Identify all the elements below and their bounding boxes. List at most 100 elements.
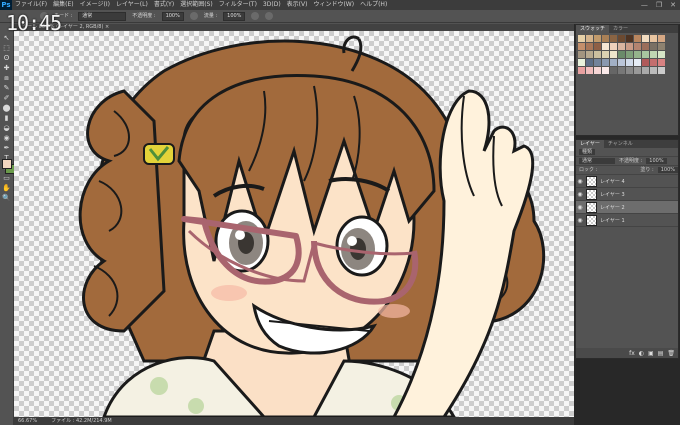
color-swatch[interactable] [626, 51, 633, 58]
color-swatch[interactable] [634, 59, 641, 66]
color-swatch[interactable] [642, 67, 649, 74]
color-swatch[interactable] [618, 35, 625, 42]
color-swatch[interactable] [658, 67, 665, 74]
color-swatch[interactable] [642, 43, 649, 50]
tab-layers[interactable]: レイヤー [576, 140, 604, 148]
zoom-readout[interactable]: 66.67% [18, 417, 37, 425]
layer-row[interactable]: ◉ レイヤー 1 [576, 214, 678, 227]
color-swatch[interactable] [602, 43, 609, 50]
move-tool-icon[interactable]: ↖ [2, 34, 11, 42]
color-swatch[interactable] [610, 35, 617, 42]
color-swatch[interactable] [578, 59, 585, 66]
visibility-eye-icon[interactable]: ◉ [576, 217, 584, 224]
color-swatch[interactable] [618, 51, 625, 58]
color-swatch[interactable] [578, 51, 585, 58]
adjustment-layer-icon[interactable]: ◐ [639, 350, 644, 357]
color-swatch[interactable] [634, 35, 641, 42]
pressure-opacity-icon[interactable] [189, 12, 198, 20]
zoom-tool-icon[interactable]: 🔍 [2, 194, 11, 202]
color-swatch[interactable] [602, 59, 609, 66]
foreground-color-swatch[interactable] [2, 159, 12, 169]
color-swatch[interactable] [626, 59, 633, 66]
layer-mask-icon[interactable]: ▣ [648, 350, 654, 357]
color-swatch[interactable] [586, 35, 593, 42]
color-swatch[interactable] [578, 43, 585, 50]
color-swatch[interactable] [618, 59, 625, 66]
pressure-size-icon[interactable] [265, 12, 274, 20]
document-tab[interactable]: ツール 66.7% (レイヤー 2, RGB/8) × [14, 24, 574, 31]
menu-file[interactable]: ファイル(F) [12, 0, 50, 10]
swatch-grid[interactable] [578, 35, 670, 125]
layer-row[interactable]: ◉ レイヤー 3 [576, 188, 678, 201]
color-swatch[interactable] [594, 51, 601, 58]
color-swatch[interactable] [610, 67, 617, 74]
menu-edit[interactable]: 編集(E) [50, 0, 76, 10]
color-swatch[interactable] [610, 51, 617, 58]
pen-tool-icon[interactable]: ✒ [2, 144, 11, 152]
color-swatch[interactable] [658, 59, 665, 66]
color-swatch[interactable] [594, 59, 601, 66]
document-canvas[interactable] [14, 31, 574, 417]
eraser-tool-icon[interactable]: ▮ [2, 114, 11, 122]
menu-3d[interactable]: 3D(D) [260, 0, 284, 10]
color-swatch[interactable] [650, 35, 657, 42]
color-swatch[interactable] [626, 67, 633, 74]
new-layer-icon[interactable]: ▤ [658, 350, 664, 357]
opacity-field[interactable]: 100% [161, 11, 184, 21]
hand-tool-icon[interactable]: ✋ [2, 184, 11, 192]
color-swatch[interactable] [642, 51, 649, 58]
layer-row-selected[interactable]: ◉ レイヤー 2 [576, 201, 678, 214]
tab-color[interactable]: カラー [609, 25, 632, 33]
tab-channels[interactable]: チャンネル [604, 140, 637, 148]
layer-opacity-field[interactable]: 100% [646, 158, 667, 164]
visibility-eye-icon[interactable]: ◉ [576, 204, 584, 211]
color-swatch[interactable] [618, 43, 625, 50]
menu-select[interactable]: 選択範囲(S) [177, 0, 216, 10]
fx-icon[interactable]: fx [629, 350, 635, 357]
color-swatch[interactable] [650, 51, 657, 58]
mode-select[interactable]: 通常 [78, 11, 127, 21]
close-button[interactable]: ✕ [670, 0, 676, 10]
gradient-tool-icon[interactable]: ◒ [2, 124, 11, 132]
menu-filter[interactable]: フィルター(T) [216, 0, 260, 10]
color-swatch[interactable] [626, 43, 633, 50]
color-swatch[interactable] [658, 51, 665, 58]
layer-filter-select[interactable]: 種類 [579, 149, 596, 155]
color-swatch[interactable] [578, 67, 585, 74]
color-swatch[interactable] [642, 35, 649, 42]
shape-tool-icon[interactable]: ▭ [2, 174, 11, 182]
color-swatch[interactable] [634, 67, 641, 74]
tab-swatches[interactable]: スウォッチ [576, 25, 610, 33]
crop-tool-icon[interactable]: ⧈ [2, 74, 11, 82]
color-swatch[interactable] [610, 59, 617, 66]
fill-field[interactable]: 100% [657, 167, 678, 173]
menu-layer[interactable]: レイヤー(L) [113, 0, 151, 10]
color-swatch[interactable] [634, 43, 641, 50]
minimize-button[interactable]: — [641, 0, 648, 10]
color-swatch[interactable] [610, 43, 617, 50]
layer-row[interactable]: ◉ レイヤー 4 [576, 175, 678, 188]
color-swatch[interactable] [602, 35, 609, 42]
color-swatch[interactable] [594, 43, 601, 50]
visibility-eye-icon[interactable]: ◉ [576, 191, 584, 198]
color-swatch[interactable] [658, 35, 665, 42]
menu-help[interactable]: ヘルプ(H) [357, 0, 390, 10]
color-swatch[interactable] [586, 51, 593, 58]
color-swatch[interactable] [586, 67, 593, 74]
color-swatch[interactable] [586, 43, 593, 50]
color-swatch[interactable] [618, 67, 625, 74]
menu-window[interactable]: ウィンドウ(W) [310, 0, 357, 10]
color-swatch[interactable] [594, 67, 601, 74]
flow-field[interactable]: 100% [223, 11, 246, 21]
lasso-tool-icon[interactable]: ʘ [2, 54, 11, 62]
eyedropper-tool-icon[interactable]: ✎ [2, 84, 11, 92]
color-swatch[interactable] [594, 35, 601, 42]
color-swatch[interactable] [650, 59, 657, 66]
visibility-eye-icon[interactable]: ◉ [576, 178, 584, 185]
menu-view[interactable]: 表示(V) [284, 0, 311, 10]
color-swatch[interactable] [650, 43, 657, 50]
dodge-tool-icon[interactable]: ◉ [2, 134, 11, 142]
menu-image[interactable]: イメージ(I) [77, 0, 113, 10]
stamp-tool-icon[interactable]: ⬤ [2, 104, 11, 112]
color-swatch[interactable] [578, 35, 585, 42]
